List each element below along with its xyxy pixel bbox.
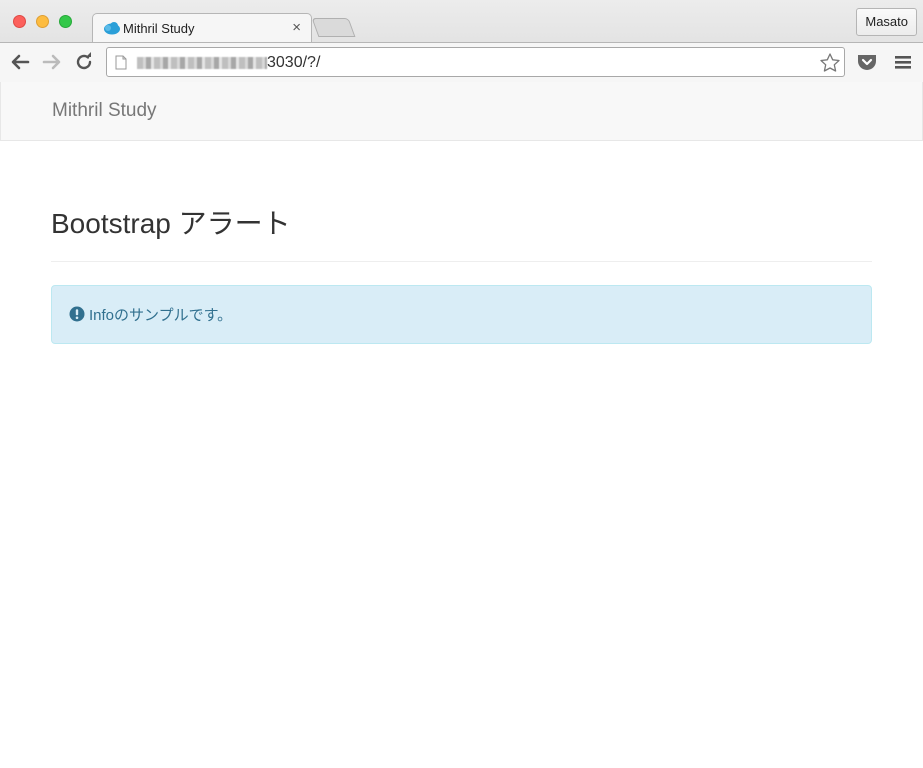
browser-chrome: Mithril Study × Masato 3030/?/: [0, 0, 923, 82]
alert-message: Infoのサンプルです。: [89, 307, 233, 324]
tab-strip: Mithril Study × Masato: [0, 0, 923, 43]
page-header: Bootstrap アラート: [51, 206, 872, 262]
menu-icon[interactable]: [891, 50, 915, 74]
navbar-brand[interactable]: Mithril Study: [52, 100, 157, 122]
tab-title: Mithril Study: [123, 21, 195, 36]
url-text: 3030/?/: [267, 54, 321, 71]
info-alert: Infoのサンプルです。: [51, 285, 872, 344]
mithril-cloud-icon: [103, 21, 120, 35]
browser-toolbar: 3030/?/: [0, 42, 923, 82]
profile-button[interactable]: Masato: [856, 8, 917, 36]
page-icon: [115, 55, 127, 70]
window-close-button[interactable]: [13, 15, 26, 28]
address-bar[interactable]: 3030/?/: [106, 47, 845, 77]
navbar: Mithril Study: [0, 82, 923, 141]
forward-arrow-icon[interactable]: [40, 50, 64, 74]
bookmark-star-icon[interactable]: [818, 51, 842, 75]
window-maximize-button[interactable]: [59, 15, 72, 28]
browser-tab[interactable]: Mithril Study ×: [92, 13, 312, 43]
pocket-icon[interactable]: [855, 50, 879, 74]
exclamation-circle-icon: [69, 306, 85, 322]
new-tab-button[interactable]: [311, 18, 356, 37]
reload-icon[interactable]: [72, 50, 96, 74]
page-title: Bootstrap アラート: [51, 208, 291, 239]
url-host-redacted: [137, 57, 267, 69]
back-arrow-icon[interactable]: [8, 50, 32, 74]
tab-close-icon[interactable]: ×: [292, 19, 301, 36]
window-minimize-button[interactable]: [36, 15, 49, 28]
